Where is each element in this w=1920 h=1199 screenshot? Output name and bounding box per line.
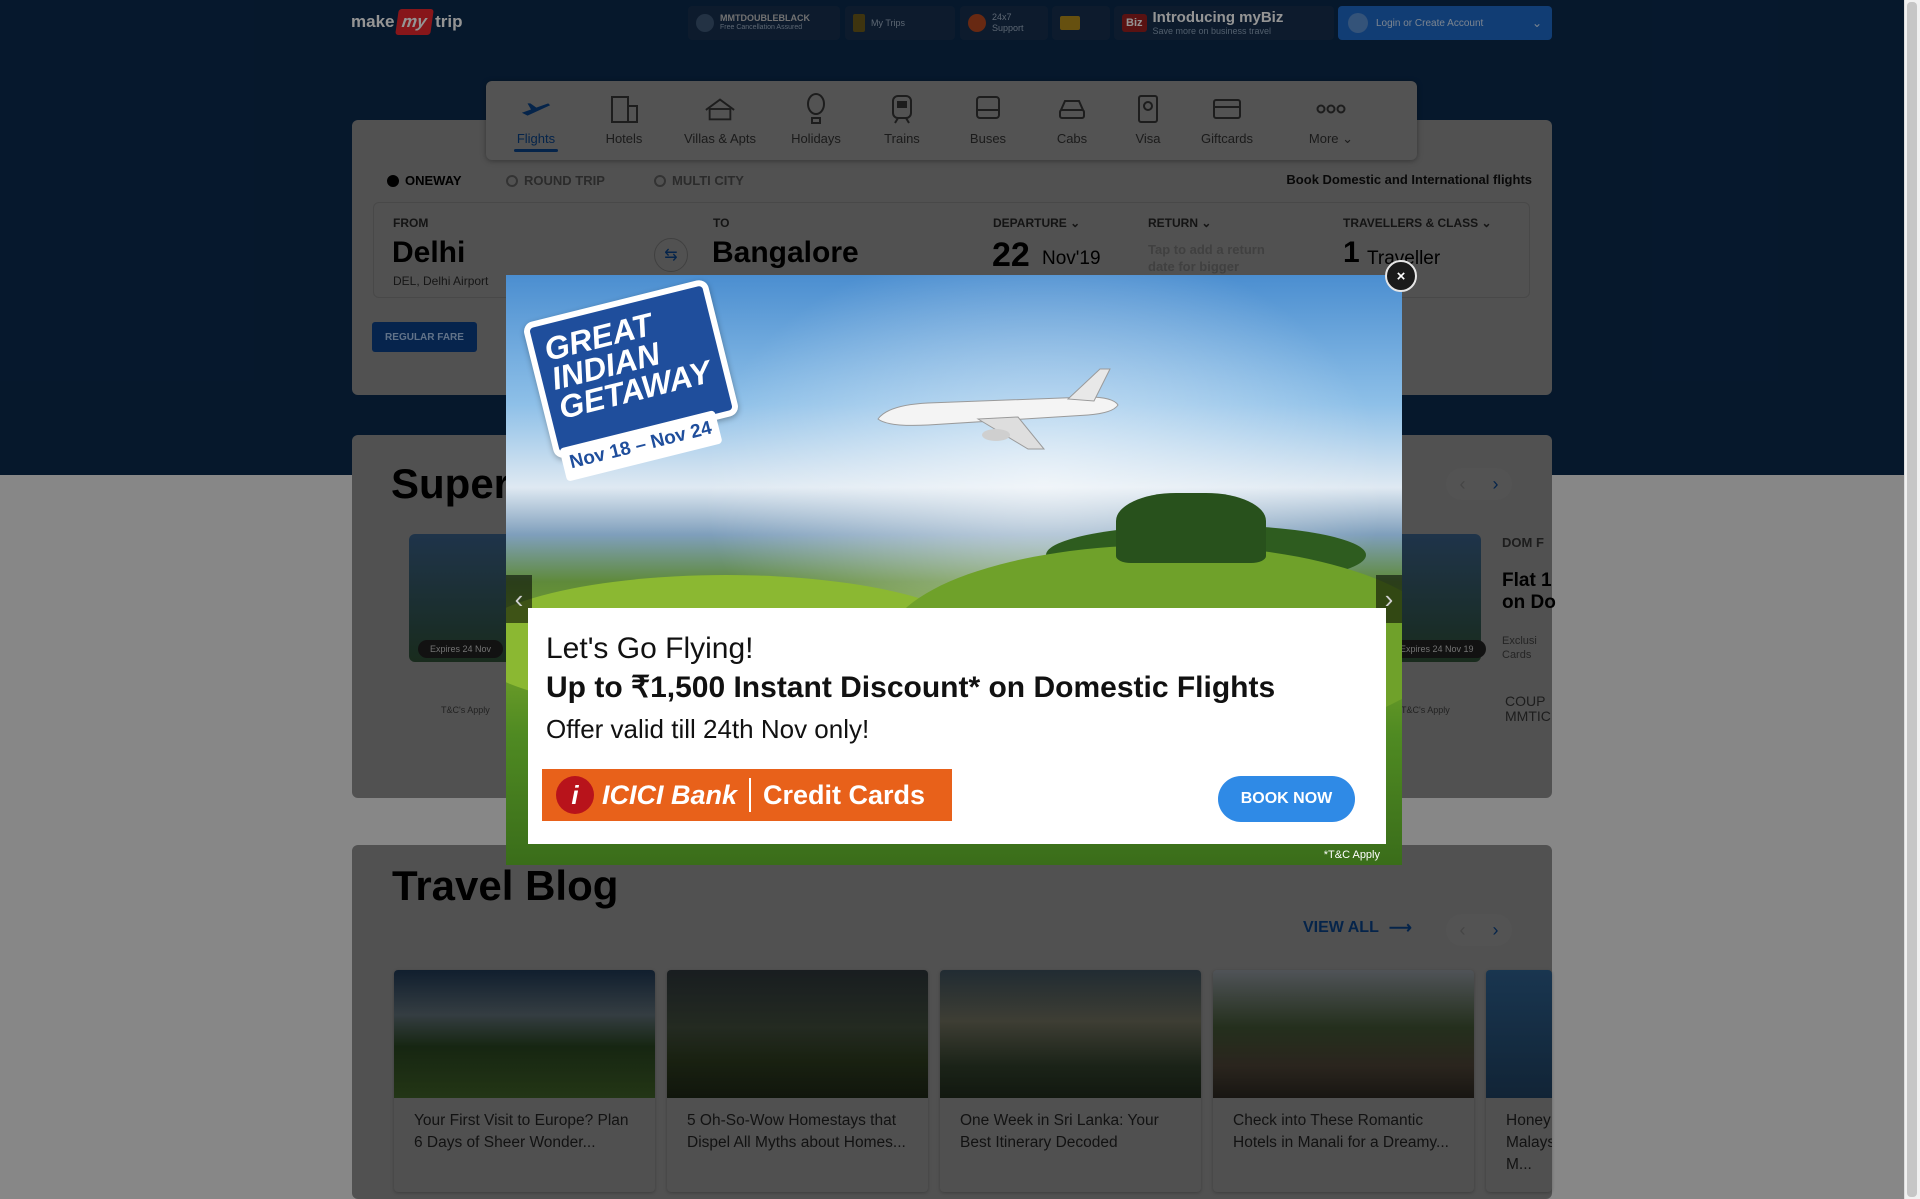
close-icon[interactable]: × <box>1385 260 1417 292</box>
divider <box>749 778 752 812</box>
offer-panel: Let's Go Flying! Up to ₹1,500 Instant Di… <box>528 608 1386 844</box>
promo-modal: GREAT INDIAN GETAWAY Nov 18 – Nov 24 ‹ ›… <box>506 275 1402 865</box>
offer-validity: Offer valid till 24th Nov only! <box>546 714 870 744</box>
decor-trees <box>1116 493 1266 563</box>
badge-title: GREAT INDIAN GETAWAY <box>540 306 715 426</box>
book-now-button[interactable]: BOOK NOW <box>1218 776 1355 822</box>
icici-logo-icon: i <box>556 776 594 814</box>
offer-headline: Let's Go Flying! <box>546 632 754 665</box>
scrollbar[interactable] <box>1904 0 1920 1199</box>
great-indian-getaway-badge: GREAT INDIAN GETAWAY Nov 18 – Nov 24 <box>521 278 741 482</box>
offer-discount: Up to ₹1,500 Instant Discount* on Domest… <box>546 671 1276 704</box>
airplane-image <box>877 368 1119 450</box>
bank-product: Credit Cards <box>763 779 926 810</box>
bank-name: ICICI Bank <box>602 779 738 810</box>
icici-bank-logo: i ICICI Bank Credit Cards <box>542 769 952 821</box>
scrollbar-thumb[interactable] <box>1907 2 1917 1197</box>
tc-apply-text: *T&C Apply <box>1323 849 1380 861</box>
